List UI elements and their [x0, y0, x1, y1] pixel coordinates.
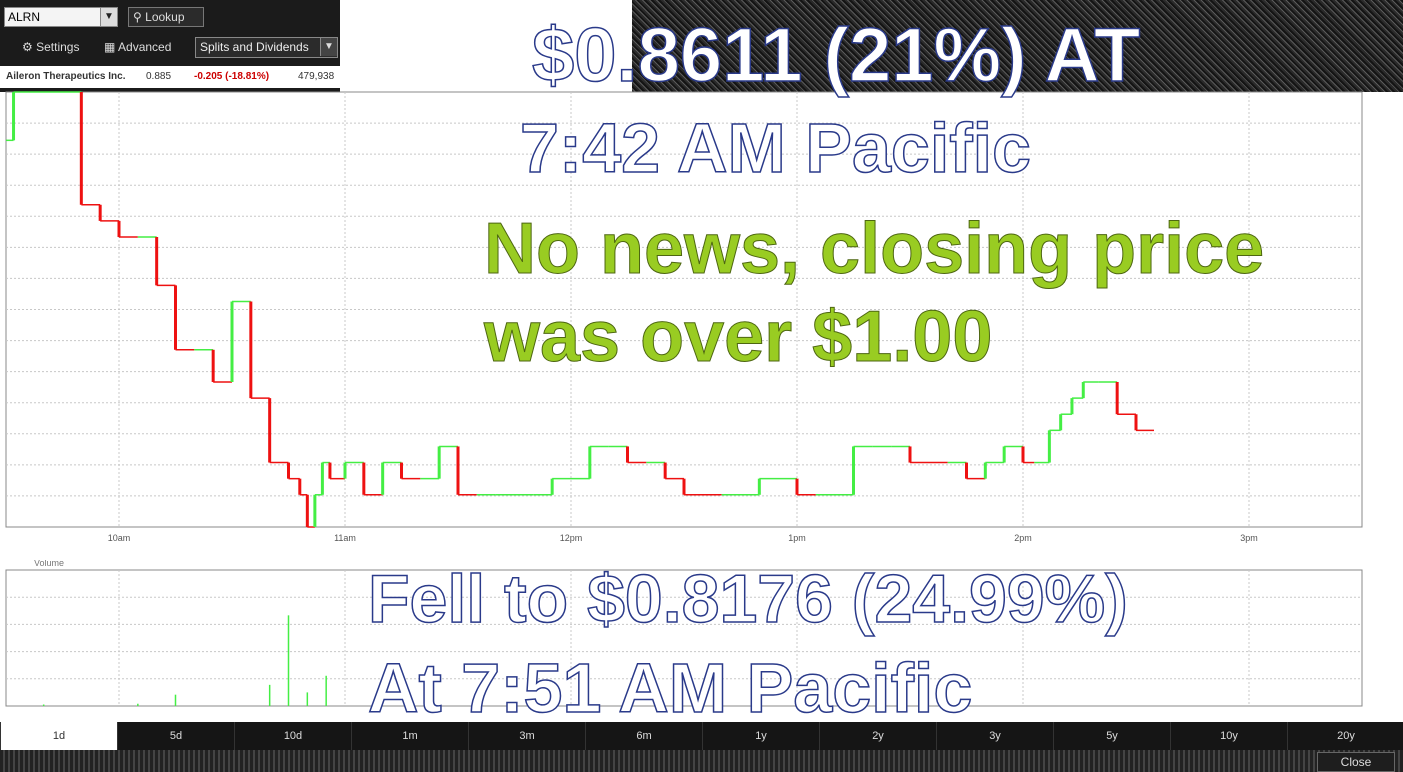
timeframe-button-6m[interactable]: 6m	[585, 722, 702, 750]
lookup-button[interactable]: ⚲ Lookup	[128, 7, 204, 27]
advanced-icon: ▦	[104, 40, 116, 54]
quote-strip: Aileron Therapeutics Inc. 0.885 -0.205 (…	[0, 66, 340, 88]
headline-price: $0.8611 (21%) AT	[531, 12, 1141, 99]
symbol-input[interactable]: ALRN ▼	[4, 7, 118, 27]
timeframe-button-5d[interactable]: 5d	[117, 722, 234, 750]
search-icon: ⚲	[133, 10, 142, 24]
timeframe-button-2y[interactable]: 2y	[819, 722, 936, 750]
timeframe-button-3m[interactable]: 3m	[468, 722, 585, 750]
volume-title: Volume	[34, 560, 64, 568]
gear-icon: ⚙	[22, 40, 33, 54]
price-change: -0.205 (-18.81%)	[194, 71, 270, 82]
settings-label: Settings	[36, 40, 80, 54]
symbol-value[interactable]: ALRN	[8, 10, 40, 24]
advanced-button[interactable]: ▦ Advanced	[104, 40, 171, 54]
x-tick-label: 12pm	[560, 533, 583, 543]
lookup-label: Lookup	[145, 10, 185, 24]
status-bar	[0, 750, 1403, 772]
timeframe-bar: 1d 5d 10d 1m 3m 6m 1y 2y 3y 5y 10y 20y	[0, 722, 1403, 750]
timeframe-button-1m[interactable]: 1m	[351, 722, 468, 750]
chevron-down-icon[interactable]: ▼	[320, 38, 337, 56]
advanced-label: Advanced	[118, 40, 172, 54]
settings-button[interactable]: ⚙ Settings	[22, 40, 79, 54]
last-price: 0.885	[146, 71, 172, 82]
chevron-down-icon[interactable]: ▼	[100, 8, 117, 26]
splits-label: Splits and Dividends	[200, 40, 309, 54]
timeframe-button-1y[interactable]: 1y	[702, 722, 819, 750]
timeframe-button-5y[interactable]: 5y	[1053, 722, 1170, 750]
x-tick-label: 2pm	[1014, 533, 1032, 543]
close-button[interactable]: Close	[1317, 752, 1395, 772]
timeframe-button-3y[interactable]: 3y	[936, 722, 1053, 750]
headline-time: 7:42 AM Pacific	[519, 108, 1031, 188]
timeframe-button-10y[interactable]: 10y	[1170, 722, 1287, 750]
splits-dividends-select[interactable]: Splits and Dividends ▼	[195, 37, 338, 58]
timeframe-button-20y[interactable]: 20y	[1287, 722, 1403, 750]
note-line-1: No news, closing price	[483, 209, 1265, 290]
timeframe-button-1d[interactable]: 1d	[0, 722, 117, 750]
company-name: Aileron Therapeutics Inc.	[6, 71, 126, 82]
x-tick-label: 3pm	[1240, 533, 1258, 543]
x-tick-label: 1pm	[788, 533, 806, 543]
volume-value: 479,938	[298, 71, 335, 82]
x-tick-label: 11am	[334, 533, 356, 543]
fell-line-2: At 7:51 AM Pacific	[367, 648, 973, 728]
fell-line-1: Fell to $0.8176 (24.99%)	[367, 560, 1128, 638]
note-line-2: was over $1.00	[483, 297, 993, 378]
timeframe-button-10d[interactable]: 10d	[234, 722, 351, 750]
x-tick-label: 10am	[108, 533, 131, 543]
